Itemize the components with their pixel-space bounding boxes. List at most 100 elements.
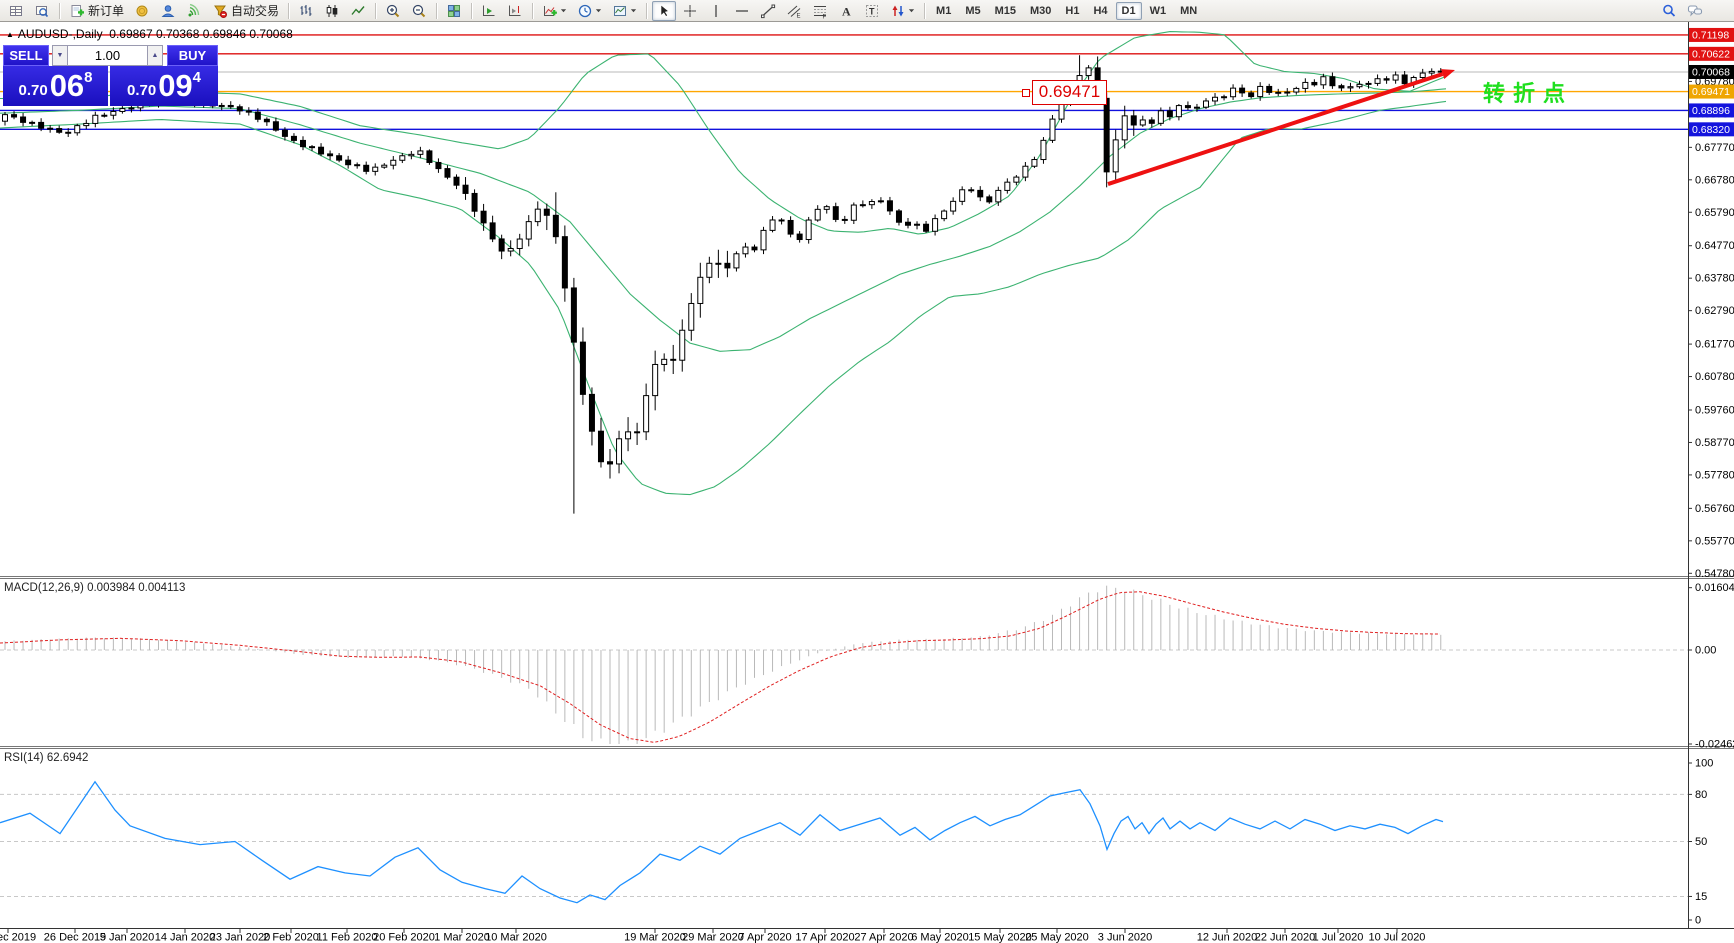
turning-point-label[interactable]: 转折点 [1483,76,1573,108]
search-button[interactable] [1657,1,1681,21]
autotrading-button-label: 自动交易 [231,2,279,19]
zoom-in-icon [385,3,401,19]
periods-button[interactable] [573,1,606,21]
chat-button[interactable] [1683,1,1707,21]
timeframe-m30[interactable]: M30 [1024,2,1057,20]
sell-button[interactable]: SELL [3,45,49,66]
timeframe-d1[interactable]: D1 [1116,2,1142,20]
price-callout[interactable]: 0.69471 [1032,80,1107,105]
svg-text:10 Jul 2020: 10 Jul 2020 [1369,932,1426,943]
chart-shift-button[interactable] [503,1,527,21]
svg-text:12 Jun 2020: 12 Jun 2020 [1197,932,1258,943]
crosshair-button[interactable] [678,1,702,21]
bar-chart-button[interactable] [294,1,318,21]
line-chart-button[interactable] [346,1,370,21]
toolbar-separator [646,3,647,19]
svg-text:80: 80 [1695,789,1707,801]
zoom-out-button[interactable] [407,1,431,21]
svg-text:19 Mar 2020: 19 Mar 2020 [624,932,686,943]
tile-windows-icon [446,3,462,19]
auto-scroll-icon [481,3,497,19]
timeframe-m1[interactable]: M1 [930,2,957,20]
rsi-indicator-label: RSI(14) 62.6942 [4,752,88,764]
toolbar-separator [532,3,533,19]
text-label-icon: T [864,3,880,19]
favorites-button[interactable] [130,1,154,21]
timeframe-m30-label: M30 [1030,5,1051,17]
timeframe-h1[interactable]: H1 [1059,2,1085,20]
sell-price-pips: 06 [50,67,84,105]
timeframe-m15[interactable]: M15 [989,2,1022,20]
fibonacci-icon: F [812,3,828,19]
autotrading-icon [212,3,228,19]
auto-scroll-button[interactable] [477,1,501,21]
svg-text:0.016048: 0.016048 [1695,582,1734,594]
timeframe-w1[interactable]: W1 [1144,2,1173,20]
volume-decrease-button[interactable]: ▼ [52,45,68,66]
candlestick-icon [324,3,340,19]
buy-price-point: 4 [193,69,201,86]
one-click-trading-panel: SELL ▼ ▲ BUY 0.70 06 8 0.70 09 4 [3,45,218,106]
equidistant-channel-button[interactable]: E [782,1,806,21]
svg-text:-0.024625: -0.024625 [1695,739,1734,751]
vertical-line-icon [708,3,724,19]
data-window-button[interactable] [30,1,54,21]
autotrading-button[interactable]: 自动交易 [208,1,283,21]
text-button[interactable]: A [834,1,858,21]
candlestick-chart-button[interactable] [320,1,344,21]
toolbar-separator [375,3,376,19]
line-chart-icon [350,3,366,19]
text-label-button[interactable]: T [860,1,884,21]
indicators-button[interactable] [538,1,571,21]
symbol-name: AUDUSD-,Daily [18,27,103,41]
chart-canvas[interactable]: 0.697800.687900.677700.667800.657900.647… [0,0,1734,943]
svg-text:2 Feb 2020: 2 Feb 2020 [263,932,319,943]
buy-price-button[interactable]: 0.70 09 4 [110,66,218,106]
svg-text:1 Jul 2020: 1 Jul 2020 [1313,932,1364,943]
fibonacci-button[interactable]: F [808,1,832,21]
timeframe-m5[interactable]: M5 [959,2,986,20]
svg-text:0.65790: 0.65790 [1695,207,1734,219]
favorites-icon [134,3,150,19]
vertical-line-button[interactable] [704,1,728,21]
community-button[interactable] [156,1,180,21]
toolbar: 新订单 自动交易 E F AT M1M5M15 M30 H1H4 D1 W1 MN [0,0,1734,22]
svg-text:0.66780: 0.66780 [1695,174,1734,186]
svg-text:0.67770: 0.67770 [1695,142,1734,154]
horizontal-line-button[interactable] [730,1,754,21]
svg-text:6 May 2020: 6 May 2020 [911,932,968,943]
toolbar-separator [288,3,289,19]
arrows-icon [890,3,906,19]
svg-text:0.70068: 0.70068 [1692,67,1730,79]
timeframe-d1-label: D1 [1122,5,1136,17]
cursor-button[interactable] [652,1,676,21]
search-icon [1661,3,1677,19]
periods-icon [577,3,593,19]
zoom-in-button[interactable] [381,1,405,21]
timeframe-mn[interactable]: MN [1174,2,1203,20]
trendline-button[interactable] [756,1,780,21]
templates-button[interactable] [608,1,641,21]
timeframe-h4[interactable]: H4 [1087,2,1113,20]
chart-title: ▲AUDUSD-,Daily 0.69867 0.70368 0.69846 0… [6,27,293,41]
svg-text:F: F [823,14,827,19]
sell-price-button[interactable]: 0.70 06 8 [3,66,108,106]
market-watch-icon [8,3,24,19]
sell-price-point: 8 [84,69,92,86]
signals-button[interactable] [182,1,206,21]
svg-text:0.68320: 0.68320 [1692,124,1730,136]
buy-price-pips: 09 [158,67,192,105]
signals-icon [186,3,202,19]
timeframe-w1-label: W1 [1150,5,1167,17]
arrows-button[interactable] [886,1,919,21]
mt4-window: 新订单自动交易EFATM1M5M15M30H1H4D1W1MN 0.697800… [0,0,1734,943]
svg-text:27 Apr 2020: 27 Apr 2020 [854,932,913,943]
volume-increase-button[interactable]: ▲ [147,45,163,66]
volume-input[interactable] [68,45,147,66]
buy-button[interactable]: BUY [167,45,218,66]
new-order-button[interactable]: 新订单 [65,1,128,21]
market-watch-button[interactable] [4,1,28,21]
tile-windows-button[interactable] [442,1,466,21]
toolbar-separator [471,3,472,19]
svg-text:15 May 2020: 15 May 2020 [968,932,1032,943]
